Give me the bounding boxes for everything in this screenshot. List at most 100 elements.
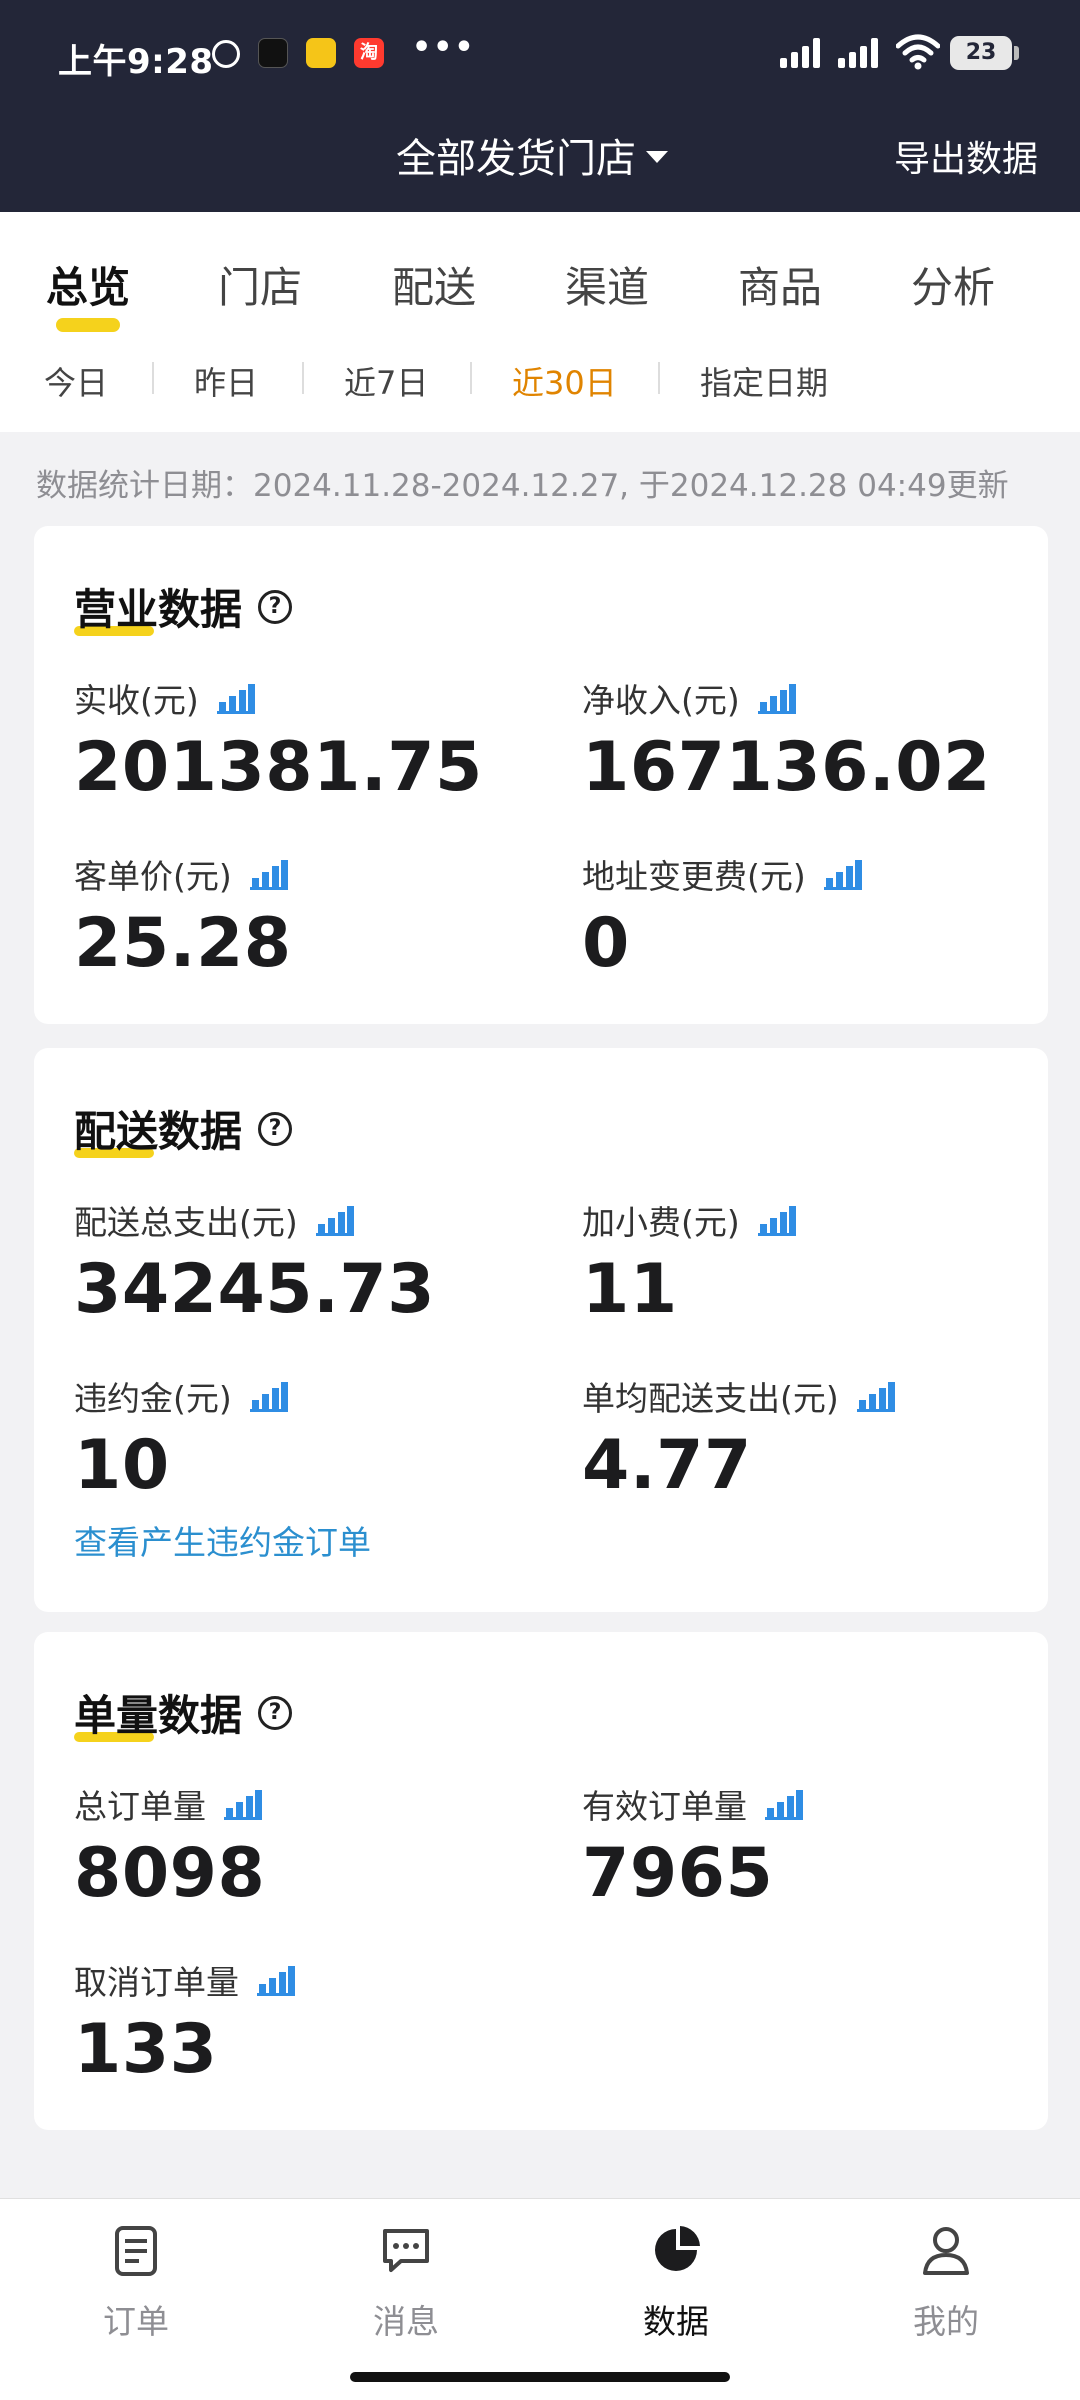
metric-label: 取消订单量	[74, 1963, 239, 2002]
view-penalty-orders-link[interactable]: 查看产生违约金订单	[74, 1516, 371, 1564]
tab-delivery[interactable]: 配送	[392, 254, 476, 315]
message-icon	[383, 2229, 429, 2272]
range-divider	[470, 362, 472, 394]
metric-label: 加小费(元)	[582, 1203, 740, 1242]
export-data-button[interactable]: 导出数据	[894, 130, 1038, 182]
metric-label: 客单价(元)	[74, 857, 232, 896]
metric-total-orders[interactable]: 总订单量 8098	[74, 1780, 265, 1913]
tab-channels[interactable]: 渠道	[565, 254, 649, 315]
store-selector[interactable]: 全部发货门店	[396, 126, 668, 184]
metric-label: 总订单量	[74, 1787, 206, 1826]
help-icon[interactable]: ?	[258, 589, 293, 624]
metric-label: 有效订单量	[582, 1787, 747, 1826]
metric-avg-order-price[interactable]: 客单价(元) 25.28	[74, 850, 292, 983]
trend-chart-icon[interactable]	[823, 858, 862, 890]
delivery-data-card: 配送数据 ? 配送总支出(元) 34245.73 加小费(元) 11 违约金(元…	[34, 1048, 1048, 1612]
trend-chart-icon[interactable]	[216, 682, 255, 714]
nav-data[interactable]: 数据	[596, 2223, 756, 2343]
metric-delivery-total-cost[interactable]: 配送总支出(元) 34245.73	[74, 1196, 435, 1329]
trend-chart-icon[interactable]	[856, 1380, 895, 1412]
metric-valid-orders[interactable]: 有效订单量 7965	[582, 1780, 803, 1913]
metric-address-change-fee[interactable]: 地址变更费(元) 0	[582, 850, 862, 983]
home-indicator[interactable]	[350, 2372, 730, 2382]
tiktok-app-icon	[258, 38, 288, 68]
tab-analysis[interactable]: 分析	[911, 254, 995, 315]
tab-products[interactable]: 商品	[738, 254, 822, 315]
nav-label: 消息	[373, 2302, 439, 2341]
range-custom-date[interactable]: 指定日期	[700, 358, 828, 404]
metric-tip-fee[interactable]: 加小费(元) 11	[582, 1196, 796, 1329]
active-tab-indicator	[56, 318, 120, 332]
order-volume-card: 单量数据 ? 总订单量 8098 有效订单量 7965 取消订单量 133	[34, 1632, 1048, 2130]
trend-chart-icon[interactable]	[224, 1788, 262, 1820]
metric-value: 25.28	[74, 904, 292, 983]
metric-value: 201381.75	[74, 728, 483, 807]
range-yesterday[interactable]: 昨日	[194, 358, 258, 404]
taobao-app-icon: 淘	[354, 38, 384, 68]
trend-chart-icon[interactable]	[757, 1204, 796, 1236]
card-title: 单量数据	[74, 1691, 243, 1740]
metric-value: 133	[74, 2010, 218, 2089]
card-title: 配送数据	[74, 1107, 243, 1156]
battery-tip	[1014, 46, 1019, 60]
metric-actual-revenue[interactable]: 实收(元) 201381.75	[74, 674, 483, 807]
trend-chart-icon[interactable]	[315, 1204, 354, 1236]
range-divider	[658, 362, 660, 394]
card-title: 营业数据	[74, 585, 243, 634]
range-7-days[interactable]: 近7日	[344, 358, 428, 404]
nav-label: 我的	[913, 2302, 979, 2341]
metric-value: 7965	[582, 1834, 774, 1913]
trend-chart-icon[interactable]	[765, 1788, 803, 1820]
app-header: 上午9:28 淘 ••• 23 全部发货门店 导出数据	[0, 0, 1080, 212]
metric-label: 单均配送支出(元)	[582, 1379, 839, 1418]
filter-area: 总览 门店 配送 渠道 商品 分析 今日 昨日 近7日 近30日 指定日期	[0, 212, 1080, 432]
trend-chart-icon[interactable]	[257, 1964, 295, 1996]
trend-chart-icon[interactable]	[249, 858, 288, 890]
metric-value: 0	[582, 904, 630, 983]
help-icon[interactable]: ?	[258, 1695, 293, 1730]
help-icon[interactable]: ?	[258, 1111, 293, 1146]
stat-date-info: 数据统计日期：2024.11.28-2024.12.27, 于2024.12.2…	[36, 468, 1009, 504]
metric-label: 净收入(元)	[582, 681, 740, 720]
metric-value: 4.77	[582, 1426, 752, 1505]
metric-value: 34245.73	[74, 1250, 436, 1329]
metric-label: 地址变更费(元)	[582, 857, 806, 896]
status-time: 上午9:28	[58, 42, 214, 82]
range-30-days[interactable]: 近30日	[512, 358, 617, 404]
range-divider	[152, 362, 154, 394]
metric-penalty[interactable]: 违约金(元) 10	[74, 1372, 288, 1505]
metric-value: 8098	[74, 1834, 266, 1913]
alarm-icon	[212, 40, 240, 68]
shopping-bag-app-icon	[306, 38, 336, 68]
metric-label: 配送总支出(元)	[74, 1203, 298, 1242]
cellular-signal-1-icon	[780, 38, 822, 68]
nav-label: 订单	[103, 2302, 169, 2341]
tab-stores[interactable]: 门店	[218, 254, 302, 315]
status-bar: 上午9:28 淘 ••• 23	[0, 0, 1080, 110]
store-selector-label: 全部发货门店	[396, 136, 636, 182]
metric-avg-delivery-cost[interactable]: 单均配送支出(元) 4.77	[582, 1372, 895, 1505]
wifi-icon	[896, 34, 940, 70]
cellular-signal-2-icon	[838, 38, 880, 68]
business-data-card: 营业数据 ? 实收(元) 201381.75 净收入(元) 167136.02 …	[34, 526, 1048, 1024]
nav-orders[interactable]: 订单	[56, 2223, 216, 2343]
metric-net-income[interactable]: 净收入(元) 167136.02	[582, 674, 991, 807]
user-icon	[923, 2227, 969, 2275]
metric-cancelled-orders[interactable]: 取消订单量 133	[74, 1956, 295, 2089]
tab-overview[interactable]: 总览	[46, 254, 130, 315]
nav-profile[interactable]: 我的	[866, 2223, 1026, 2343]
more-notifications-icon: •••	[412, 30, 476, 65]
metric-label: 违约金(元)	[74, 1379, 232, 1418]
metric-value: 10	[74, 1426, 170, 1505]
battery-icon: 23	[950, 36, 1012, 70]
range-today[interactable]: 今日	[44, 358, 108, 404]
metric-value: 11	[582, 1250, 678, 1329]
clipboard-icon	[115, 2226, 157, 2276]
trend-chart-icon[interactable]	[249, 1380, 288, 1412]
trend-chart-icon[interactable]	[757, 682, 796, 714]
pie-chart-icon	[655, 2226, 700, 2271]
nav-label: 数据	[643, 2302, 709, 2341]
metric-label: 实收(元)	[74, 681, 199, 720]
bottom-navigation: 订单 消息 数据 我的	[0, 2198, 1080, 2400]
nav-messages[interactable]: 消息	[326, 2223, 486, 2343]
